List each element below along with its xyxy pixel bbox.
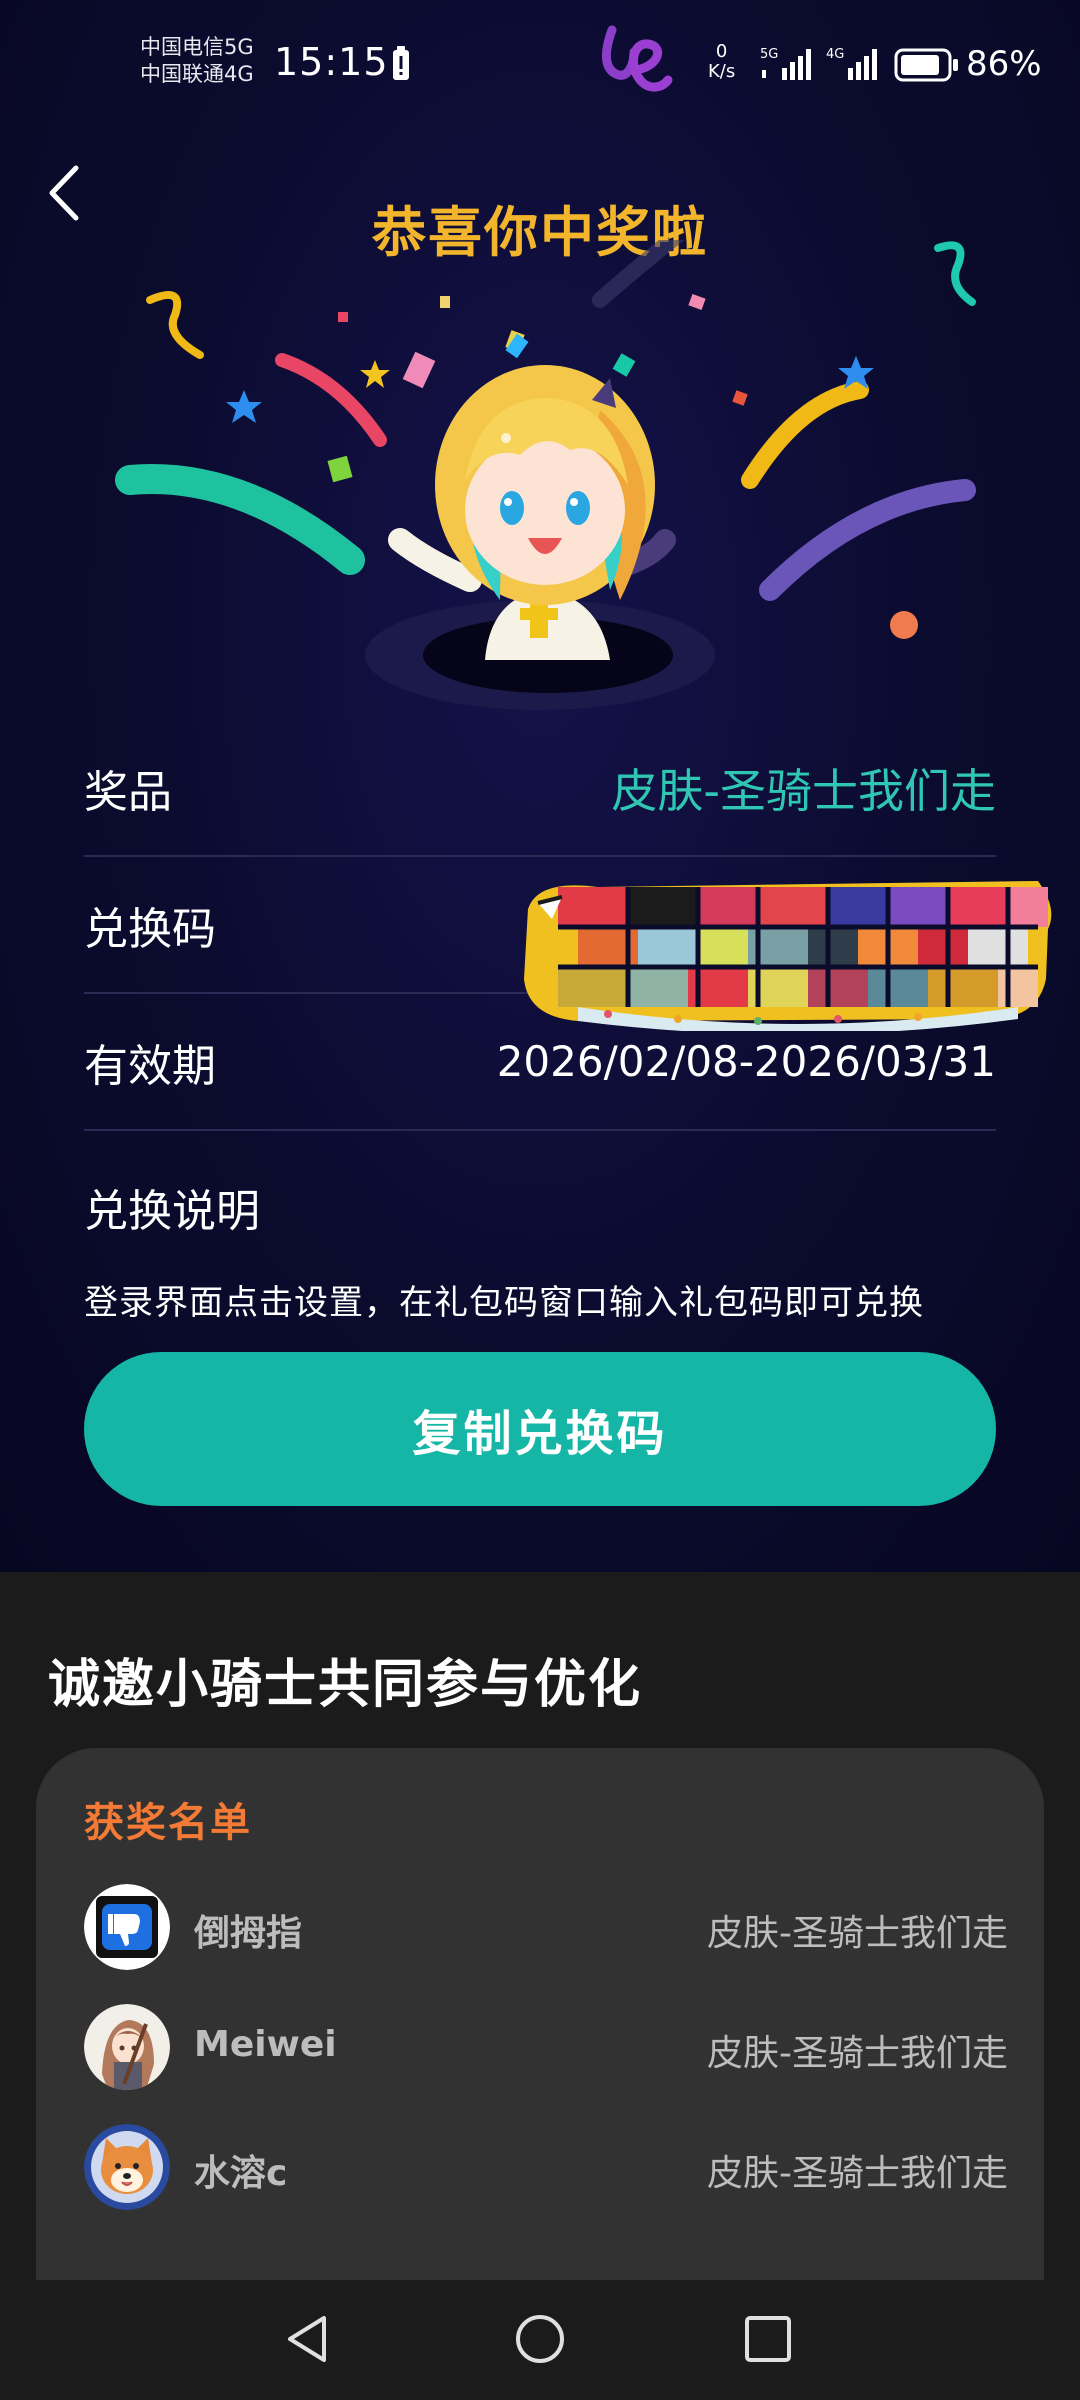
nav-home-button[interactable]: [505, 2304, 575, 2374]
app-logo-icon: [602, 25, 673, 92]
validity-row: 有效期 2026/02/08-2026/03/31: [84, 994, 996, 1131]
battery-alert-icon: [393, 46, 409, 80]
nav-back-button[interactable]: [274, 2304, 344, 2374]
confetti-streamer: [759, 479, 976, 601]
mascot-eye: [500, 491, 524, 525]
avatar: [84, 1884, 170, 1970]
system-nav-bar: [0, 2280, 1080, 2400]
carrier-2: 中国联通4G: [140, 62, 254, 86]
confetti-streamer: [741, 381, 869, 489]
winner-name: Meiwei: [194, 2024, 337, 2065]
winner-item: Meiwei 皮肤-圣骑士我们走: [84, 2004, 1008, 2090]
confetti-piece: [402, 351, 436, 389]
code-label: 兑换码: [84, 903, 216, 955]
prize-section: 中国电信5G 中国联通4G 15:15 0 K/s 5G 4G 86% 恭喜你中…: [0, 0, 1080, 1572]
square-recents-icon: [745, 2316, 791, 2362]
net-speed-unit: K/s: [708, 61, 736, 82]
winners-card: 获奖名单 倒拇指 皮肤-圣骑士我们走 Meiwei 皮肤-圣骑士我们走 水溶c …: [36, 1748, 1044, 2400]
prize-value: 皮肤-圣骑士我们走: [611, 763, 996, 818]
winner-item: 倒拇指 皮肤-圣骑士我们走: [84, 1884, 1008, 1970]
winner-prize: 皮肤-圣骑士我们走: [707, 2033, 1008, 2074]
prize-details: 奖品 皮肤-圣骑士我们走 兑换码 有效期 2026/02/08-2026/03/…: [84, 720, 1052, 1324]
prize-label: 奖品: [84, 766, 172, 818]
instructions-text: 登录界面点击设置，在礼包码窗口输入礼包码即可兑换: [84, 1283, 924, 1323]
avatar: [84, 2124, 170, 2210]
winner-name: 水溶c: [194, 2153, 288, 2194]
nav-recents-button[interactable]: [733, 2304, 803, 2374]
validity-value: 2026/02/08-2026/03/31: [496, 1037, 996, 1086]
confetti-piece: [732, 390, 748, 406]
thumbs-down-avatar: [84, 1884, 170, 1970]
status-time: 15:15: [274, 40, 389, 84]
status-bar: 中国电信5G 中国联通4G 15:15 0 K/s 5G 4G 86%: [0, 0, 1080, 110]
screen: 中国电信5G 中国联通4G 15:15 0 K/s 5G 4G 86% 恭喜你中…: [0, 0, 1080, 2400]
triangle-back-icon: [288, 2316, 326, 2362]
confetti-streamer: [592, 240, 685, 308]
star-icon: [226, 390, 262, 423]
svg-text:5G: 5G: [760, 47, 778, 62]
confetti-piece: [338, 312, 348, 322]
avatar: [84, 2004, 170, 2090]
mascot-face: [465, 435, 625, 585]
signal-4g-icon: 4G: [826, 47, 877, 80]
signal-5g-icon: 5G: [760, 47, 811, 80]
anime-girl-avatar: [84, 2004, 170, 2090]
winner-name: 倒拇指: [194, 1913, 303, 1954]
instructions-title: 兑换说明: [84, 1186, 260, 1237]
confetti-piece: [440, 296, 450, 308]
confetti-piece: [612, 353, 636, 377]
confetti-squiggle: [146, 291, 204, 359]
battery-icon: [894, 48, 958, 82]
winners-title: 获奖名单: [84, 1800, 252, 1846]
mascot-emblem: [520, 608, 558, 620]
copy-code-button[interactable]: 复制兑换码: [84, 1352, 996, 1506]
star-icon: [360, 360, 390, 388]
confetti-dot: [890, 611, 918, 639]
validity-label: 有效期: [84, 1040, 216, 1092]
invite-section: 诚邀小骑士共同参与优化 获奖名单 倒拇指 皮肤-圣骑士我们走 Meiwei 皮肤…: [0, 1572, 1080, 2400]
confetti-streamer: [115, 464, 365, 575]
battery-percent: 86%: [966, 44, 1042, 84]
winner-item: 水溶c 皮肤-圣骑士我们走: [84, 2124, 1008, 2210]
net-speed: 0 K/s: [708, 42, 735, 82]
code-row: 兑换码: [84, 857, 1052, 1031]
prize-row: 奖品 皮肤-圣骑士我们走: [84, 720, 996, 857]
winner-prize: 皮肤-圣骑士我们走: [707, 2153, 1008, 2194]
shiba-dog-avatar: [84, 2124, 170, 2210]
confetti-piece: [327, 455, 353, 483]
svg-text:4G: 4G: [826, 47, 844, 62]
confetti-piece: [688, 293, 706, 311]
net-speed-value: 0: [715, 41, 728, 62]
confetti-squiggle: [934, 241, 976, 306]
carrier-1: 中国电信5G: [140, 35, 254, 59]
carrier-info: 中国电信5G 中国联通4G: [140, 34, 254, 88]
circle-home-icon: [516, 2315, 564, 2363]
mascot-eye: [566, 491, 590, 525]
invite-heading: 诚邀小骑士共同参与优化: [48, 1655, 643, 1715]
winner-prize: 皮肤-圣骑士我们走: [707, 1913, 1008, 1954]
mascot-illustration: [115, 240, 976, 710]
